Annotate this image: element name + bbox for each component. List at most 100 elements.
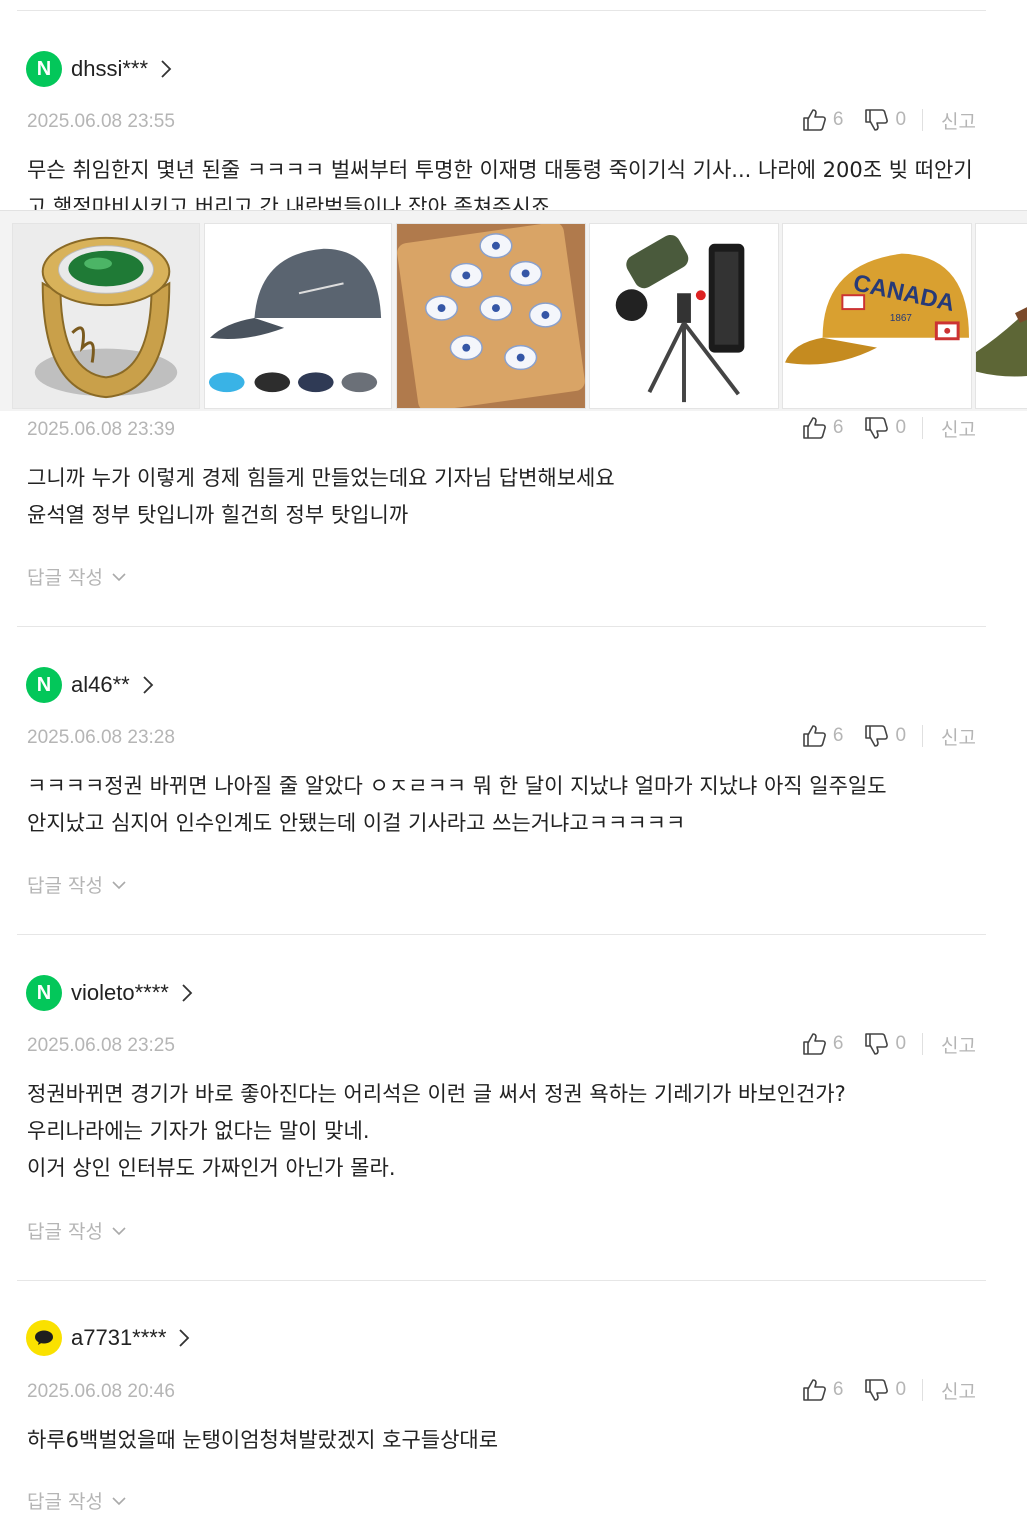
reply-button[interactable]: 답글 작성 (27, 1217, 127, 1244)
comment-text: 하루6백벌었을때 눈탱이엄청쳐발랐겠지 호구들상대로 (27, 1428, 499, 1452)
comment-date: 2025.06.08 23:25 (27, 1035, 175, 1056)
reply-button[interactable]: 답글 작성 (27, 563, 127, 590)
comment-author[interactable]: N al46** (26, 667, 158, 703)
naver-badge-icon: N (26, 51, 62, 87)
comment-date: 2025.06.08 23:39 (27, 419, 175, 440)
dislike-count: 0 (895, 1379, 907, 1400)
product-card[interactable] (589, 223, 779, 409)
dislike-count: 0 (895, 417, 907, 438)
product-card[interactable]: CANADA 1867 (782, 223, 972, 409)
actions-separator (922, 1379, 924, 1401)
comment-date: 2025.06.08 23:55 (27, 111, 175, 132)
dislike-button[interactable]: 0 (863, 107, 906, 133)
comment-author[interactable]: a7731**** (26, 1320, 194, 1356)
comment-actions: 6 0 신고 (801, 106, 976, 134)
product-card[interactable] (12, 223, 200, 409)
hat-image (976, 225, 1027, 407)
telescope-image (590, 224, 778, 408)
reply-label: 답글 작성 (27, 1491, 103, 1513)
naver-badge-icon: N (26, 667, 62, 703)
actions-separator (922, 109, 924, 131)
like-count: 6 (832, 725, 844, 746)
naver-badge-icon: N (26, 975, 62, 1011)
svg-text:1867: 1867 (890, 313, 912, 324)
report-button[interactable]: 신고 (941, 723, 976, 750)
chevron-down-icon (112, 1226, 126, 1235)
chevron-right-icon[interactable] (178, 1328, 194, 1348)
dislike-button[interactable]: 0 (863, 1377, 906, 1403)
dislike-count: 0 (895, 109, 907, 130)
like-count: 6 (832, 109, 844, 130)
comment-divider (17, 934, 986, 935)
reply-label: 답글 작성 (27, 1221, 103, 1243)
comment-divider (17, 1280, 986, 1281)
comment-date: 2025.06.08 20:46 (27, 1381, 175, 1402)
author-name[interactable]: a7731**** (71, 1325, 166, 1351)
dislike-button[interactable]: 0 (863, 415, 906, 441)
author-name[interactable]: dhssi*** (71, 56, 148, 82)
thumbs-up-icon (803, 1379, 826, 1401)
thumbs-down-icon (865, 1379, 889, 1401)
kakao-badge-icon (26, 1320, 62, 1356)
actions-separator (922, 725, 924, 747)
chevron-right-icon[interactable] (142, 675, 158, 695)
comment-text: 정권바뀌면 경기가 바로 좋아진다는 어리석은 이런 글 써서 정권 욕하는 기… (27, 1082, 846, 1180)
author-name[interactable]: violeto**** (71, 980, 169, 1006)
dislike-count: 0 (895, 1033, 907, 1054)
like-count: 6 (832, 417, 844, 438)
cap-image (205, 224, 391, 408)
actions-separator (922, 1033, 924, 1055)
comment-date: 2025.06.08 23:28 (27, 727, 175, 748)
comment-actions: 6 0 신고 (801, 722, 976, 750)
dislike-button[interactable]: 0 (863, 1031, 906, 1057)
thumbs-up-icon (803, 417, 826, 439)
reply-button[interactable]: 답글 작성 (27, 1487, 127, 1514)
ring-image (13, 224, 199, 408)
chevron-right-icon[interactable] (160, 59, 176, 79)
report-button[interactable]: 신고 (941, 1377, 976, 1404)
product-card[interactable] (975, 223, 1027, 409)
reply-button[interactable]: 답글 작성 (27, 871, 127, 898)
like-button[interactable]: 6 (801, 415, 844, 441)
thumbs-down-icon (865, 417, 889, 439)
thumbs-up-icon (803, 1033, 826, 1055)
dishes-image (397, 224, 585, 408)
chevron-down-icon (112, 1496, 126, 1505)
canada-cap-image: CANADA 1867 (783, 224, 971, 408)
report-button[interactable]: 신고 (941, 107, 976, 134)
comment-divider (17, 10, 986, 11)
chevron-down-icon (112, 880, 126, 889)
like-button[interactable]: 6 (801, 1031, 844, 1057)
product-card[interactable] (204, 223, 392, 409)
thumbs-down-icon (865, 725, 889, 747)
author-name[interactable]: al46** (71, 672, 130, 698)
comment-text: ㅋㅋㅋㅋ정권 바뀌면 나아질 줄 알았다 ㅇㅈㄹㅋㅋ 뭐 한 달이 지났냐 얼마… (27, 774, 887, 835)
like-button[interactable]: 6 (801, 723, 844, 749)
comment-author[interactable]: N violeto**** (26, 975, 197, 1011)
report-button[interactable]: 신고 (941, 415, 976, 442)
product-card[interactable] (396, 223, 586, 409)
thumbs-up-icon (803, 725, 826, 747)
thumbs-down-icon (865, 109, 889, 131)
comment-text: 무슨 취임한지 몇년 된줄 ㅋㅋㅋㅋ 벌써부터 투명한 이재명 대통령 죽이기식… (27, 158, 973, 210)
thumbs-down-icon (865, 1033, 889, 1055)
dislike-count: 0 (895, 725, 907, 746)
reply-label: 답글 작성 (27, 875, 103, 897)
chevron-right-icon[interactable] (181, 983, 197, 1003)
comment-divider (17, 626, 986, 627)
comment-actions: 6 0 신고 (801, 1376, 976, 1404)
chevron-down-icon (112, 572, 126, 581)
report-button[interactable]: 신고 (941, 1031, 976, 1058)
actions-separator (922, 417, 924, 439)
like-count: 6 (832, 1033, 844, 1054)
thumbs-up-icon (803, 109, 826, 131)
product-ad-strip: CANADA 1867 (0, 210, 1027, 411)
comment-author[interactable]: N dhssi*** (26, 51, 176, 87)
like-count: 6 (832, 1379, 844, 1400)
like-button[interactable]: 6 (801, 1377, 844, 1403)
comment-text: 그니까 누가 이렇게 경제 힘들게 만들었는데요 기자님 답변해보세요 윤석열 … (27, 466, 615, 527)
like-button[interactable]: 6 (801, 107, 844, 133)
dislike-button[interactable]: 0 (863, 723, 906, 749)
comment-actions: 6 0 신고 (801, 414, 976, 442)
comment-actions: 6 0 신고 (801, 1030, 976, 1058)
